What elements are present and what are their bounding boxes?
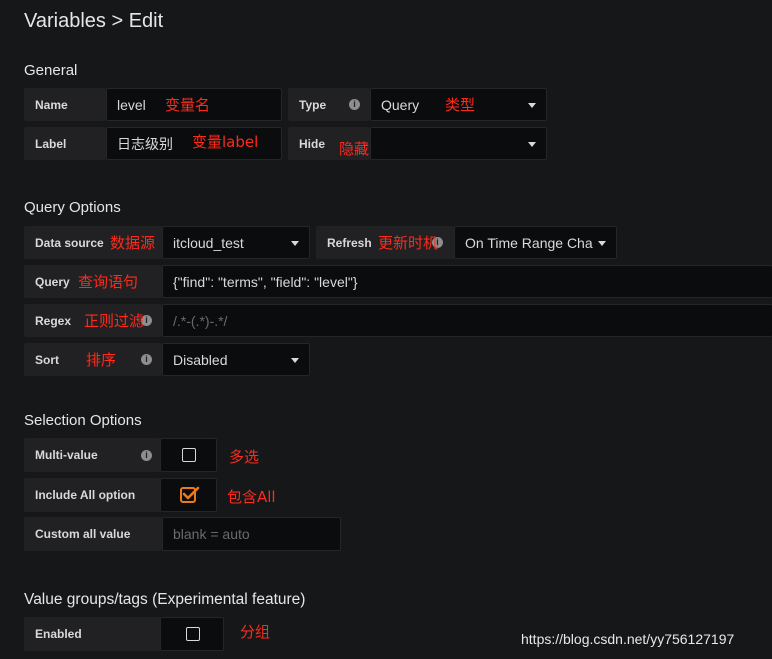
- section-general-title: General: [24, 62, 78, 79]
- sort-select[interactable]: Disabled: [162, 343, 310, 376]
- name-value: level: [117, 96, 146, 113]
- query-annotation: 查询语句: [78, 273, 139, 291]
- checkbox-checked-icon: [180, 486, 200, 503]
- info-icon[interactable]: i: [349, 99, 360, 110]
- chevron-down-icon: [598, 240, 606, 246]
- checkbox-icon: [186, 627, 200, 641]
- page-title: Variables > Edit: [24, 10, 164, 32]
- hide-annotation: 隐藏: [339, 140, 370, 158]
- sort-label-text: Sort: [35, 352, 59, 367]
- regex-placeholder: /.*-(.*)-.*/: [173, 312, 228, 329]
- checkbox-icon: [182, 448, 196, 462]
- type-annotation: 类型: [445, 96, 476, 114]
- query-input[interactable]: {"find": "terms", "field": "level"}: [162, 265, 772, 298]
- include-all-checkbox[interactable]: [160, 478, 217, 512]
- regex-label-text: Regex: [35, 313, 72, 328]
- label-value: 日志级别: [117, 135, 173, 152]
- label-label: Label: [24, 127, 106, 160]
- refresh-annotation: 更新时机: [378, 234, 439, 252]
- include-all-label: Include All option: [24, 478, 160, 512]
- section-selection-options-title: Selection Options: [24, 412, 142, 429]
- custom-all-placeholder: blank = auto: [173, 526, 250, 542]
- datasource-annotation: 数据源: [110, 234, 156, 252]
- multi-value-checkbox[interactable]: [160, 438, 217, 472]
- sort-annotation: 排序: [86, 351, 117, 369]
- query-value: {"find": "terms", "field": "level"}: [173, 273, 358, 290]
- section-query-options-title: Query Options: [24, 199, 121, 216]
- type-label-text: Type: [299, 97, 327, 112]
- refresh-label-text: Refresh: [327, 235, 372, 250]
- type-value: Query: [381, 96, 420, 113]
- custom-all-input[interactable]: blank = auto: [162, 517, 341, 551]
- regex-annotation: 正则过滤: [84, 312, 145, 330]
- watermark-text: https://blog.csdn.net/yy756127197: [521, 631, 735, 647]
- hide-select[interactable]: [370, 127, 547, 160]
- type-label: Type i: [288, 88, 370, 121]
- multi-value-annotation: 多选: [229, 448, 260, 466]
- regex-input[interactable]: /.*-(.*)-.*/: [162, 304, 772, 337]
- chevron-down-icon: [291, 240, 299, 246]
- chevron-down-icon: [528, 141, 536, 147]
- enabled-label: Enabled: [24, 617, 160, 651]
- custom-all-label: Custom all value: [24, 517, 162, 551]
- enabled-checkbox[interactable]: [160, 617, 224, 651]
- refresh-select[interactable]: On Time Range Cha: [454, 226, 617, 259]
- refresh-value: On Time Range Cha: [465, 234, 593, 251]
- enabled-annotation: 分组: [240, 623, 271, 641]
- name-annotation: 变量名: [165, 96, 211, 114]
- name-label: Name: [24, 88, 106, 121]
- info-icon[interactable]: i: [141, 354, 152, 365]
- chevron-down-icon: [528, 102, 536, 108]
- sort-value: Disabled: [173, 351, 228, 368]
- info-icon[interactable]: i: [141, 450, 152, 461]
- multi-value-label: Multi-value i: [24, 438, 160, 472]
- include-all-annotation: 包含All: [227, 488, 276, 506]
- datasource-value: itcloud_test: [173, 234, 244, 251]
- datasource-select[interactable]: itcloud_test: [162, 226, 310, 259]
- label-annotation: 变量label: [192, 133, 259, 151]
- multi-value-label-text: Multi-value: [35, 448, 98, 462]
- section-value-groups-title: Value groups/tags (Experimental feature): [24, 591, 306, 608]
- chevron-down-icon: [291, 357, 299, 363]
